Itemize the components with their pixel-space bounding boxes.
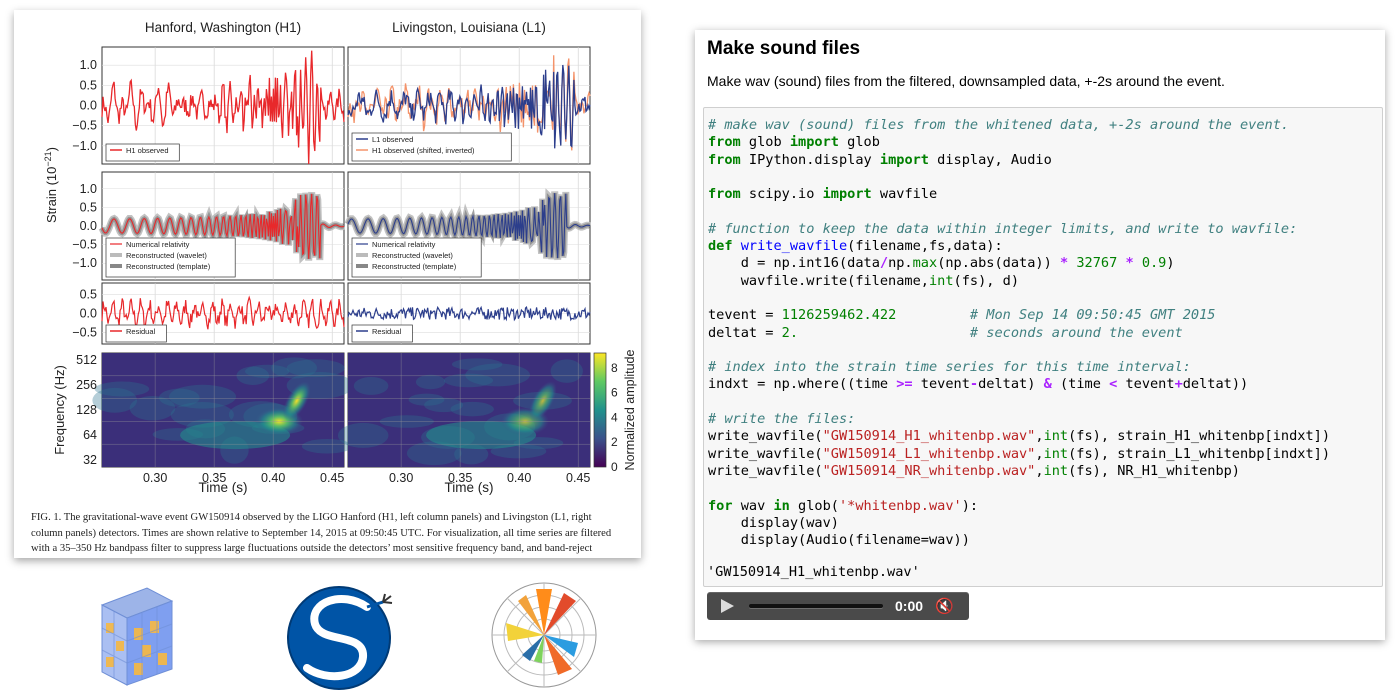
spectrogram-blob (450, 401, 494, 417)
x-axis-label: Time (s) (199, 480, 248, 495)
code-line: # make wav (sound) files from the whiten… (708, 117, 1290, 133)
legend-label: Numerical relativity (126, 240, 190, 249)
legend-label: Reconstructed (wavelet) (126, 251, 207, 260)
colorbar-tick-label: 0 (611, 460, 618, 474)
section-description: Make wav (sound) files from the filtered… (707, 73, 1225, 89)
y-tick-label: −0.5 (72, 119, 97, 133)
colorbar (593, 352, 607, 468)
legend-label: H1 observed (126, 146, 169, 155)
y-tick-label: 0.5 (80, 287, 97, 301)
panel-title: Hanford, Washington (H1) (145, 20, 301, 35)
y-tick-label: 64 (83, 428, 97, 442)
figure-caption: FIG. 1. The gravitational-wave event GW1… (31, 510, 631, 557)
notebook-panel: Make sound files Make wav (sound) files … (695, 30, 1385, 640)
code-line: # write the files: (708, 411, 856, 428)
x-tick-label: 0.45 (320, 471, 344, 485)
x-tick-label: 0.30 (143, 471, 167, 485)
y-tick-label: −1.0 (72, 139, 97, 153)
y-tick-label: 0.0 (80, 99, 97, 113)
y-tick-label: 0.5 (80, 200, 97, 214)
y-tick-label: −0.5 (72, 238, 97, 252)
spectrogram-blob (353, 377, 389, 395)
y-tick-label: 0.5 (80, 78, 97, 92)
play-icon[interactable] (721, 599, 734, 613)
spectrogram-blob (451, 358, 503, 371)
legend-label: Numerical relativity (372, 240, 436, 249)
spectrogram-blob (271, 357, 317, 379)
matplotlib-polar-logo (491, 582, 597, 688)
spectrogram-blob (94, 381, 150, 397)
audio-time: 0:00 (895, 598, 924, 614)
y-tick-label: 256 (76, 378, 97, 392)
colorbar-tick-label: 2 (611, 435, 618, 449)
code-cell[interactable]: # make wav (sound) files from the whiten… (703, 107, 1383, 587)
legend-label: H1 observed (shifted, inverted) (372, 146, 475, 155)
legend-label: Residual (126, 327, 156, 336)
caption-line: column panels) detectors. Times are show… (31, 527, 612, 539)
y-tick-label: 512 (76, 353, 97, 367)
code-line: # function to keep the data within integ… (708, 220, 1298, 237)
y-tick-label: 1.0 (80, 182, 97, 196)
cell-output-text: 'GW150914_H1_whitenbp.wav' (707, 564, 920, 580)
y-tick-label: 32 (83, 453, 97, 467)
y-tick-label: 0.0 (80, 219, 97, 233)
legend-label: Residual (372, 327, 402, 336)
scipy-logo (287, 586, 393, 690)
x-axis-label: Time (s) (445, 480, 494, 495)
spectrogram-blob (159, 388, 200, 407)
legend-label: Reconstructed (wavelet) (372, 251, 453, 260)
frequency-axis-label: Frequency (Hz) (52, 365, 67, 455)
y-tick-label: 1.0 (80, 58, 97, 72)
caption-line: FIG. 1. The gravitational-wave event GW1… (31, 512, 592, 523)
x-tick-label: 0.40 (507, 471, 531, 485)
legend-label: Reconstructed (template) (372, 262, 457, 271)
strain-axis-label: Strain (10−21) (43, 147, 59, 223)
x-tick-label: 0.40 (261, 471, 285, 485)
gw150914-figure: Hanford, Washington (H1) Livingston, Loui… (43, 20, 637, 495)
x-tick-label: 0.30 (389, 471, 413, 485)
caption-line: with a 35–350 Hz bandpass filter to supp… (31, 543, 593, 554)
legend-label: Reconstructed (template) (126, 262, 211, 271)
colorbar-tick-label: 4 (611, 410, 618, 424)
legend-label: L1 observed (372, 135, 413, 144)
mute-icon[interactable]: 🔇 (935, 597, 954, 615)
colorbar-tick-label: 8 (611, 361, 618, 375)
y-tick-label: 128 (76, 403, 97, 417)
panel-title: Livingston, Louisiana (L1) (392, 20, 546, 35)
numpy-cube-logo (100, 587, 174, 686)
code-editor[interactable]: # make wav (sound) files from the whiten… (708, 117, 1330, 549)
x-tick-label: 0.45 (566, 471, 590, 485)
colorbar-label: Normalized amplitude (623, 350, 637, 471)
colorbar-tick-label: 6 (611, 386, 618, 400)
y-tick-label: −1.0 (72, 256, 97, 270)
paper-figure: Hanford, Washington (H1) Livingston, Loui… (14, 10, 641, 558)
section-heading: Make sound files (707, 38, 861, 59)
audio-progress-track[interactable] (749, 604, 883, 608)
y-tick-label: −0.5 (72, 326, 97, 340)
audio-player[interactable]: 0:00 🔇 (707, 592, 969, 620)
code-line: # index into the strain time series for … (708, 359, 1191, 376)
spectrogram-blob (415, 374, 446, 390)
y-tick-label: 0.0 (80, 307, 97, 321)
